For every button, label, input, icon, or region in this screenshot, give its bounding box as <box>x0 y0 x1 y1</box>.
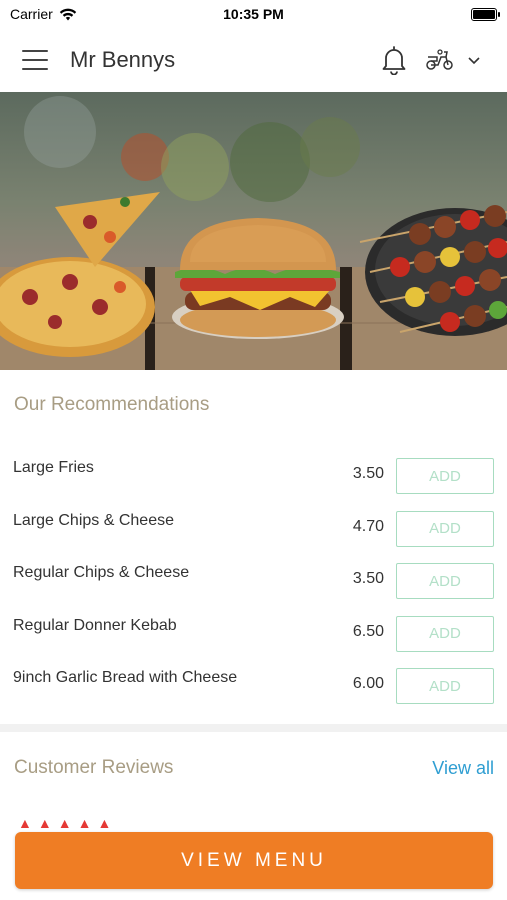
page-title: Mr Bennys <box>70 47 176 72</box>
clock: 10:35 PM <box>223 6 284 22</box>
recommendation-row: Large Fries 3.50 ADD <box>0 448 507 501</box>
recommendation-row: Large Chips & Cheese 4.70 ADD <box>0 501 507 554</box>
add-button[interactable]: ADD <box>396 510 494 547</box>
item-name: Large Fries <box>13 459 94 476</box>
view-all-reviews-link[interactable]: View all <box>432 758 494 779</box>
recommendations-list: Large Fries 3.50 ADD Large Chips & Cheese 4.… <box>0 448 507 711</box>
view-menu-button[interactable]: VIEW MENU <box>15 832 493 889</box>
recommendations-title: Our Recommendations <box>14 394 210 415</box>
app-header: Mr Bennys <box>0 28 507 92</box>
recommendation-row: Regular Chips & Cheese 3.50 ADD <box>0 553 507 606</box>
hero-banner <box>0 92 507 370</box>
star-icon: ▲ <box>18 815 32 831</box>
item-price: 3.50 <box>352 570 384 587</box>
add-button[interactable]: ADD <box>396 563 494 599</box>
item-price: 4.70 <box>352 517 384 535</box>
item-price: 3.50 <box>352 465 384 482</box>
add-button[interactable]: ADD <box>396 458 494 494</box>
review-stars: ▲ ▲ ▲ ▲ ▲ <box>18 815 111 831</box>
star-icon: ▲ <box>97 815 112 831</box>
add-button[interactable]: ADD <box>396 668 494 704</box>
scooter-icon <box>426 49 453 70</box>
star-icon: ▲ <box>37 815 52 831</box>
item-price: 6.50 <box>352 622 384 640</box>
delivery-mode-selector[interactable] <box>425 49 485 71</box>
item-name: Regular Chips & Cheese <box>13 564 190 581</box>
recommendation-row: 9inch Garlic Bread with Cheese 6.00 ADD <box>0 658 507 711</box>
star-icon: ▲ <box>57 815 72 831</box>
reviews-title: Customer Reviews <box>14 757 174 778</box>
item-name: Regular Donner Kebab <box>13 616 177 634</box>
item-name: 9inch Garlic Bread with Cheese <box>13 669 238 686</box>
bell-icon[interactable] <box>381 45 407 75</box>
recommendation-row: Regular Donner Kebab 6.50 ADD <box>0 606 507 659</box>
add-button[interactable]: ADD <box>396 615 494 652</box>
item-price: 6.00 <box>352 675 384 692</box>
chevron-down-icon <box>468 57 480 65</box>
status-bar: Carrier 10:35 PM <box>0 0 507 28</box>
star-icon: ▲ <box>77 815 92 831</box>
menu-icon[interactable] <box>22 50 48 70</box>
battery-icon <box>471 7 500 21</box>
item-name: Large Chips & Cheese <box>13 511 174 529</box>
section-divider <box>0 724 507 732</box>
